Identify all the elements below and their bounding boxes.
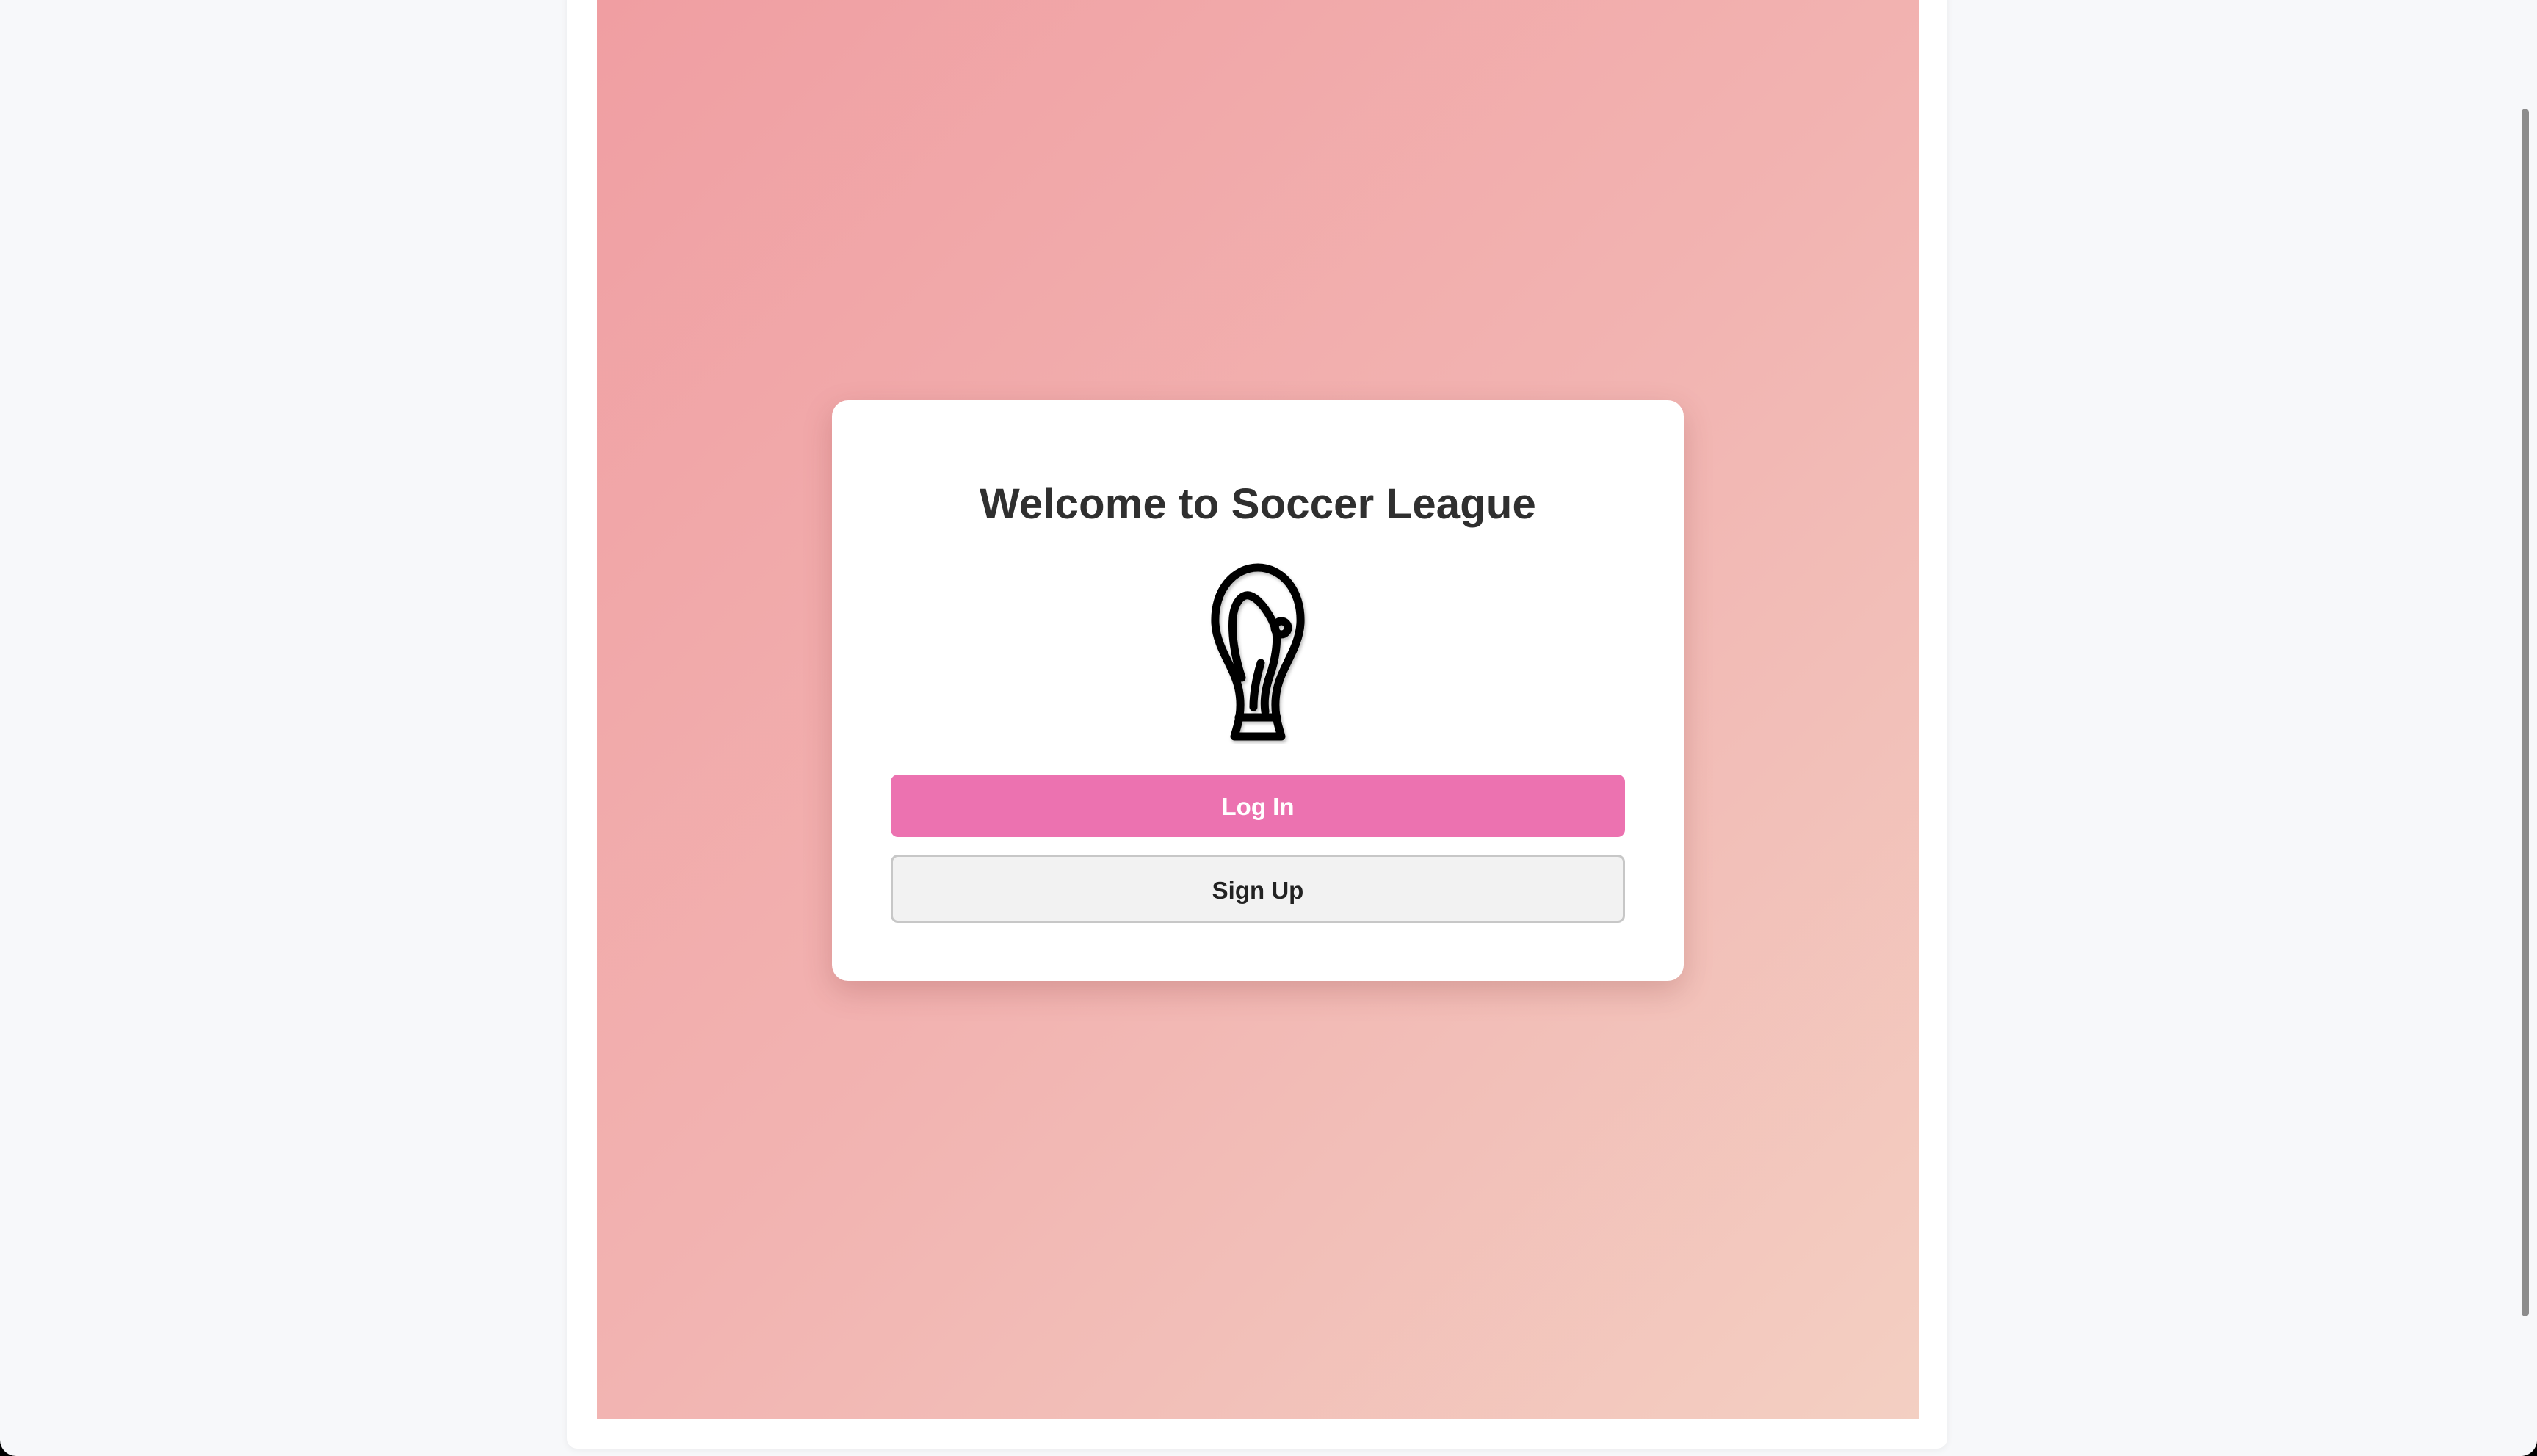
browser-viewport: Welcome to Soccer League Log In Sign Up (0, 0, 2537, 1456)
trophy-icon (1211, 563, 1305, 741)
signup-button[interactable]: Sign Up (891, 855, 1625, 923)
scrollbar-thumb[interactable] (2522, 109, 2529, 1316)
login-button[interactable]: Log In (891, 775, 1625, 837)
welcome-title: Welcome to Soccer League (980, 480, 1536, 528)
welcome-card: Welcome to Soccer League Log In Sign Up (832, 400, 1684, 981)
